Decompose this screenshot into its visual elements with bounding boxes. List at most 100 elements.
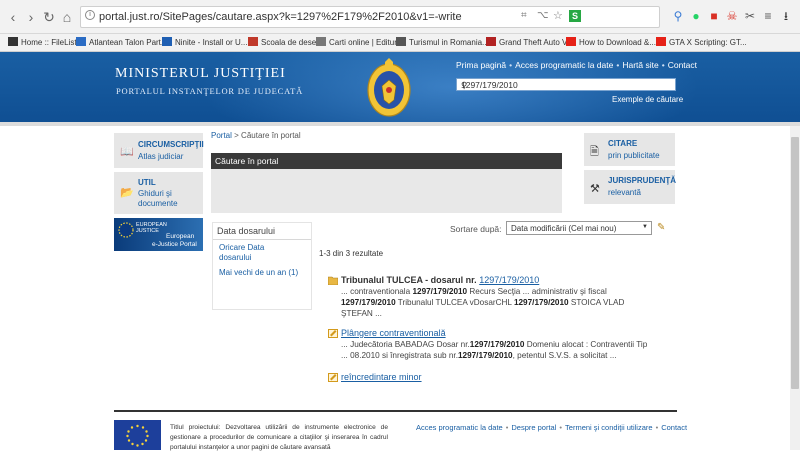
jurisprudenta-panel[interactable]: ⚒ JURISPRUDENŢĂ relevantă xyxy=(584,170,676,204)
search-icon[interactable]: ⚲ xyxy=(461,80,673,91)
jurisprudenta-title[interactable]: JURISPRUDENŢĂ xyxy=(608,176,676,185)
address-bar[interactable]: i portal.just.ro/SitePages/cautare.aspx?… xyxy=(80,6,660,28)
bookmark-label: GTA X Scripting: GT... xyxy=(669,38,747,47)
nav-home-link[interactable]: Prima pagină xyxy=(456,60,506,70)
bookmark-item[interactable]: Turismul in Romania... xyxy=(396,37,489,47)
bookmark-label: Turismul in Romania... xyxy=(409,38,489,47)
circumscriptii-title[interactable]: CIRCUMSCRIPŢII xyxy=(138,140,204,149)
util-title[interactable]: UTIL xyxy=(138,178,156,187)
bookmark-label: Carti online | Editur... xyxy=(329,38,404,47)
bookmark-item[interactable]: How to Download &... xyxy=(566,37,656,47)
footer-contact-link[interactable]: Contact xyxy=(661,423,687,432)
sort-selected-value: Data modificării (Cel mai nou) xyxy=(511,224,617,233)
result-3-link[interactable]: reîncredintare minor xyxy=(341,372,422,382)
document-edit-icon xyxy=(328,329,338,338)
back-icon[interactable]: ‹ xyxy=(4,8,22,26)
section-panel xyxy=(211,169,562,213)
result-1-snippet-3: ŞTEFAN ... xyxy=(341,309,382,318)
bookmark-item[interactable]: Grand Theft Auto V xyxy=(486,37,567,47)
document-icon: 🗎 xyxy=(590,146,599,158)
bookmark-favicon-icon xyxy=(316,37,326,46)
extension-s-icon[interactable]: S xyxy=(569,10,581,22)
search-input[interactable]: 1297/179/2010 ⚲ xyxy=(456,78,676,91)
result-1-snippet-2: 1297/179/2010 Tribunalul TULCEA vDosarCH… xyxy=(341,298,625,307)
footer-links: Acces programatic la date • Despre portal •… xyxy=(416,423,688,432)
search-extension-icon[interactable]: ⚲ xyxy=(670,8,686,24)
citare-link[interactable]: prin publicitate xyxy=(608,151,660,160)
footer-divider xyxy=(114,410,677,412)
bookmark-favicon-icon xyxy=(656,37,666,46)
breadcrumb: Portal > Căutare în portal xyxy=(211,131,301,140)
circumscriptii-panel[interactable]: 📖 CIRCUMSCRIPŢII Atlas judiciar xyxy=(114,133,204,168)
facet-any-date-link[interactable]: Oricare Data dosarului xyxy=(219,243,289,263)
result-1-title: Tribunalul TULCEA - dosarul nr. 1297/179… xyxy=(341,275,539,285)
bookmark-label: Atlantean Talon Part... xyxy=(89,38,168,47)
facet-older-than-year-link[interactable]: Mai vechi de un an (1) xyxy=(219,268,303,278)
section-title-bar: Căutare în portal xyxy=(211,153,562,169)
translate-icon[interactable]: ⌗ xyxy=(521,10,527,21)
ejustice-label-2: e-Justice Portal xyxy=(152,241,197,248)
bookmark-item[interactable]: Scoala de desen xyxy=(248,37,321,47)
citare-panel[interactable]: 🗎 CITARE prin publicitate xyxy=(584,133,675,166)
highlighted-term: 1297/179/2010 xyxy=(341,298,396,307)
bookmark-item[interactable]: Atlantean Talon Part... xyxy=(76,37,168,47)
guides-link[interactable]: Ghiduri şi documente xyxy=(138,189,198,209)
result-1-link[interactable]: 1297/179/2010 xyxy=(479,275,539,285)
nav-sitemap-link[interactable]: Hartă site xyxy=(622,60,658,70)
gavel-icon: ⚒ xyxy=(590,183,600,195)
crest-logo[interactable] xyxy=(366,56,412,118)
site-header: MINISTERUL JUSTIŢIEI PORTALUL INSTANŢELO… xyxy=(0,52,800,122)
menu-icon[interactable]: ≡ xyxy=(760,8,776,24)
bookmark-favicon-icon xyxy=(248,37,258,46)
result-2-snippet-1: ... Judecătoria BABADAG Dosar nr.1297/17… xyxy=(341,340,648,349)
extension-icon[interactable]: ☠ xyxy=(724,8,740,24)
book-icon: 📖 xyxy=(120,146,134,158)
notification-icon[interactable]: ■ xyxy=(706,8,722,24)
site-subtitle[interactable]: PORTALUL INSTANŢELOR DE JUDECATĂ xyxy=(116,86,303,96)
footer-api-link[interactable]: Acces programatic la date xyxy=(416,423,503,432)
site-title[interactable]: MINISTERUL JUSTIŢIEI xyxy=(115,66,286,82)
bookmark-label: Home :: FileList xyxy=(21,38,77,47)
result-2-link[interactable]: Plângere contraventională xyxy=(341,328,446,338)
forward-icon[interactable]: › xyxy=(22,8,40,26)
cut-icon[interactable]: ✂ xyxy=(742,8,758,24)
footer-terms-link[interactable]: Termeni şi condiţii utilizare xyxy=(565,423,653,432)
bookmark-item[interactable]: GTA X Scripting: GT... xyxy=(656,37,747,47)
rss-edit-icon[interactable]: ✎ xyxy=(657,222,667,234)
ejustice-portal-banner[interactable]: EUROPEAN JUSTICE European e-Justice Port… xyxy=(114,218,203,251)
bookmark-label: Ninite - Install or U... xyxy=(175,38,248,47)
scrollbar-thumb[interactable] xyxy=(791,137,799,389)
bookmark-favicon-icon xyxy=(76,37,86,46)
whatsapp-icon[interactable]: ● xyxy=(688,8,704,24)
highlighted-term: 1297/179/2010 xyxy=(457,351,513,360)
bookmark-label: Grand Theft Auto V xyxy=(499,38,568,47)
home-icon[interactable]: ⌂ xyxy=(58,8,76,26)
citare-title[interactable]: CITARE xyxy=(608,139,637,148)
reload-icon[interactable]: ↻ xyxy=(40,8,58,26)
nav-contact-link[interactable]: Contact xyxy=(668,60,697,70)
bookmark-item[interactable]: Home :: FileList xyxy=(8,37,77,47)
bookmark-favicon-icon xyxy=(8,37,18,46)
section-title: Căutare în portal xyxy=(215,156,279,166)
chevron-down-icon: ▼ xyxy=(642,224,648,230)
sort-select[interactable]: Data modificării (Cel mai nou) ▼ xyxy=(506,221,652,235)
breadcrumb-portal-link[interactable]: Portal xyxy=(211,131,232,140)
header-divider xyxy=(0,122,800,126)
util-panel[interactable]: 📂 UTIL Ghiduri şi documente xyxy=(114,172,203,214)
footer-about-link[interactable]: Despre portal xyxy=(511,423,556,432)
search-examples-link[interactable]: Exemple de căutare xyxy=(612,95,683,104)
info-icon[interactable]: i xyxy=(85,10,95,20)
jurisprudenta-link[interactable]: relevantă xyxy=(608,188,641,197)
bookmark-favicon-icon xyxy=(486,37,496,46)
atlas-link[interactable]: Atlas judiciar xyxy=(138,152,183,161)
bookmark-favicon-icon xyxy=(162,37,172,46)
facet-heading: Data dosarului xyxy=(217,226,276,236)
share-icon[interactable]: ⌥ xyxy=(537,10,549,21)
download-icon[interactable]: ⭳ xyxy=(778,8,794,24)
bookmark-item[interactable]: Ninite - Install or U... xyxy=(162,37,247,47)
nav-api-link[interactable]: Acces programatic la date xyxy=(515,60,613,70)
bookmark-label: How to Download &... xyxy=(579,38,656,47)
bookmark-star-icon[interactable]: ☆ xyxy=(553,9,563,22)
browser-toolbar: ‹ › ↻ ⌂ i portal.just.ro/SitePages/cauta… xyxy=(0,0,800,34)
bookmark-item[interactable]: Carti online | Editur... xyxy=(316,37,403,47)
